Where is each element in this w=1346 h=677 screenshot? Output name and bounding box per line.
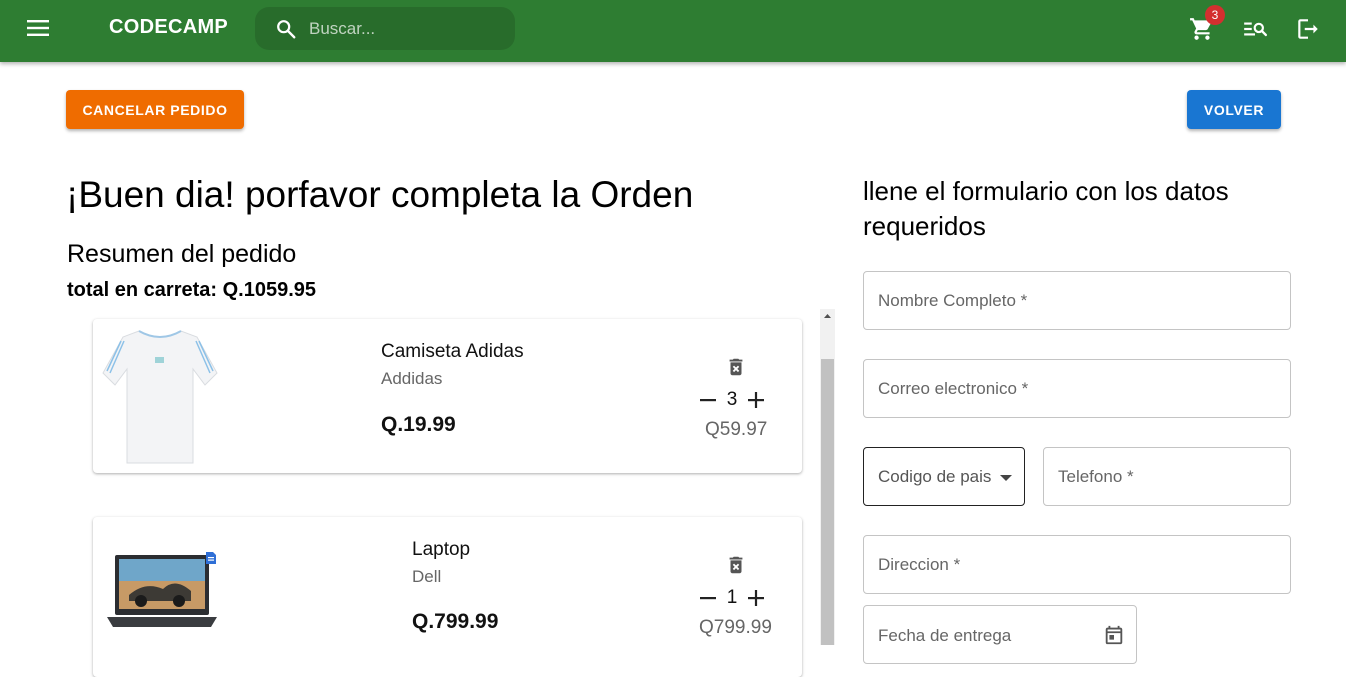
search-input[interactable] (307, 17, 501, 40)
product-price: Q.19.99 (381, 413, 456, 436)
quantity-stepper: 3 (698, 389, 766, 411)
brand-title[interactable]: CODECAMP (109, 16, 228, 39)
minus-icon[interactable] (698, 588, 718, 608)
plus-icon[interactable] (746, 390, 766, 410)
quantity-stepper: 1 (698, 587, 766, 609)
scroll-thumb[interactable] (821, 359, 834, 645)
phone-field[interactable]: Telefono * (1043, 447, 1291, 506)
quantity-value: 1 (726, 587, 738, 608)
order-item-card: Camiseta Adidas Addidas Q.19.99 3 Q59.97 (93, 319, 802, 473)
app-bar: CODECAMP 3 (0, 0, 1346, 62)
product-image-laptop (107, 555, 217, 627)
product-image-tshirt (102, 330, 218, 464)
quantity-value: 3 (726, 389, 738, 410)
form-title: llene el formulario con los datos requer… (863, 176, 1229, 241)
delete-icon[interactable] (725, 356, 747, 378)
product-name: Camiseta Adidas (381, 341, 524, 362)
minus-icon[interactable] (698, 390, 718, 410)
page-heading: ¡Buen dia! porfavor completa la Orden (66, 174, 694, 215)
product-name: Laptop (412, 539, 471, 560)
country-code-label: Codigo de pais (878, 466, 992, 486)
delete-icon[interactable] (725, 554, 747, 576)
item-subtotal: Q59.97 (705, 419, 768, 440)
full-name-label: Nombre Completo * (878, 290, 1028, 310)
product-brand: Dell (412, 567, 442, 586)
order-item-card: Laptop Dell Q.799.99 1 Q799.99 (93, 517, 802, 677)
cart-count-badge: 3 (1205, 5, 1225, 25)
cancel-order-button[interactable]: CANCELAR PEDIDO (66, 90, 244, 129)
order-summary-title: Resumen del pedido (67, 240, 297, 268)
product-brand: Addidas (381, 369, 443, 388)
menu-icon[interactable] (27, 19, 49, 37)
dropdown-arrow-icon (1000, 475, 1012, 481)
back-button[interactable]: VOLVER (1187, 90, 1281, 129)
delivery-date-label: Fecha de entrega (878, 626, 1012, 645)
logout-icon[interactable] (1295, 16, 1321, 42)
phone-label: Telefono * (1058, 466, 1134, 486)
delivery-date-field[interactable]: Fecha de entrega (863, 605, 1137, 664)
manage-search-icon[interactable] (1242, 16, 1268, 42)
email-field[interactable]: Correo electronico * (863, 359, 1291, 418)
address-field[interactable]: Direccion * (863, 535, 1291, 594)
plus-icon[interactable] (746, 588, 766, 608)
address-label: Direccion * (878, 554, 961, 574)
search-box[interactable] (255, 7, 515, 50)
product-price: Q.799.99 (412, 610, 499, 633)
item-subtotal: Q799.99 (699, 617, 772, 638)
list-scrollbar[interactable] (820, 309, 835, 645)
scroll-up-arrow-icon[interactable] (820, 309, 835, 324)
full-name-field[interactable]: Nombre Completo * (863, 271, 1291, 330)
calendar-icon[interactable] (1103, 624, 1125, 646)
document-icon (206, 552, 216, 564)
cart-total: total en carreta: Q.1059.95 (67, 279, 317, 301)
search-icon (277, 19, 296, 38)
country-code-select[interactable]: Codigo de pais (863, 447, 1025, 506)
email-label: Correo electronico * (878, 378, 1029, 398)
